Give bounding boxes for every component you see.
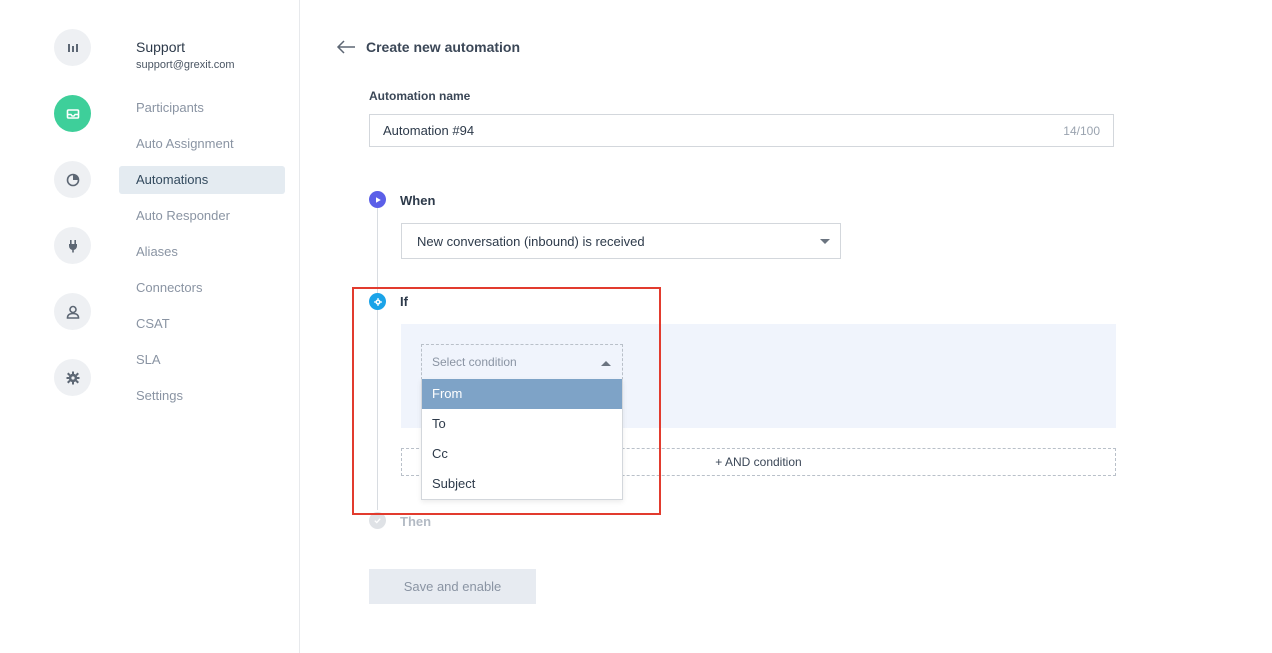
gear-icon[interactable] [54, 359, 91, 396]
back-arrow-icon[interactable] [336, 38, 356, 56]
settings-sidebar: Support support@grexit.com Participants … [118, 0, 300, 653]
chevron-down-icon [820, 239, 830, 244]
play-icon [369, 191, 386, 208]
analytics-icon[interactable] [54, 29, 91, 66]
trigger-select[interactable]: New conversation (inbound) is received [401, 223, 841, 259]
sidebar-item-auto-responder[interactable]: Auto Responder [119, 202, 285, 230]
reports-icon[interactable] [54, 161, 91, 198]
chevron-up-icon [601, 361, 611, 366]
sidebar-item-sla[interactable]: SLA [119, 346, 285, 374]
automation-name-input[interactable]: Automation #94 14/100 [369, 114, 1114, 147]
timeline-line [377, 208, 378, 510]
when-label: When [400, 193, 436, 208]
sidebar-item-aliases[interactable]: Aliases [119, 238, 285, 266]
then-label: Then [400, 514, 432, 529]
condition-option-from[interactable]: From [422, 379, 622, 409]
condition-option-to[interactable]: To [422, 409, 622, 439]
save-and-enable-button[interactable]: Save and enable [369, 569, 536, 604]
team-email: support@grexit.com [136, 59, 235, 71]
condition-dropdown-menu: From To Cc Subject [421, 379, 623, 500]
character-counter: 14/100 [1063, 123, 1100, 138]
sidebar-item-csat[interactable]: CSAT [119, 310, 285, 338]
gear-icon [369, 293, 386, 310]
condition-option-cc[interactable]: Cc [422, 439, 622, 469]
inbox-icon[interactable] [54, 95, 91, 132]
automation-name-value: Automation #94 [383, 123, 475, 138]
page-title: Create new automation [366, 39, 521, 55]
condition-option-subject[interactable]: Subject [422, 469, 622, 499]
sidebar-item-auto-assignment[interactable]: Auto Assignment [119, 130, 285, 158]
sidebar-item-connectors[interactable]: Connectors [119, 274, 285, 302]
trigger-select-value: New conversation (inbound) is received [417, 233, 645, 249]
icon-rail [0, 0, 118, 653]
condition-select-placeholder: Select condition [432, 355, 517, 369]
if-label: If [400, 294, 408, 309]
integrations-plug-icon[interactable] [54, 227, 91, 264]
team-name: Support [136, 39, 186, 55]
sidebar-item-settings[interactable]: Settings [119, 382, 285, 410]
check-icon [369, 512, 386, 529]
sidebar-item-participants[interactable]: Participants [119, 94, 285, 122]
automation-name-label: Automation name [369, 89, 471, 103]
user-icon[interactable] [54, 293, 91, 330]
condition-select[interactable]: Select condition [421, 344, 623, 380]
sidebar-item-automations[interactable]: Automations [119, 166, 285, 194]
